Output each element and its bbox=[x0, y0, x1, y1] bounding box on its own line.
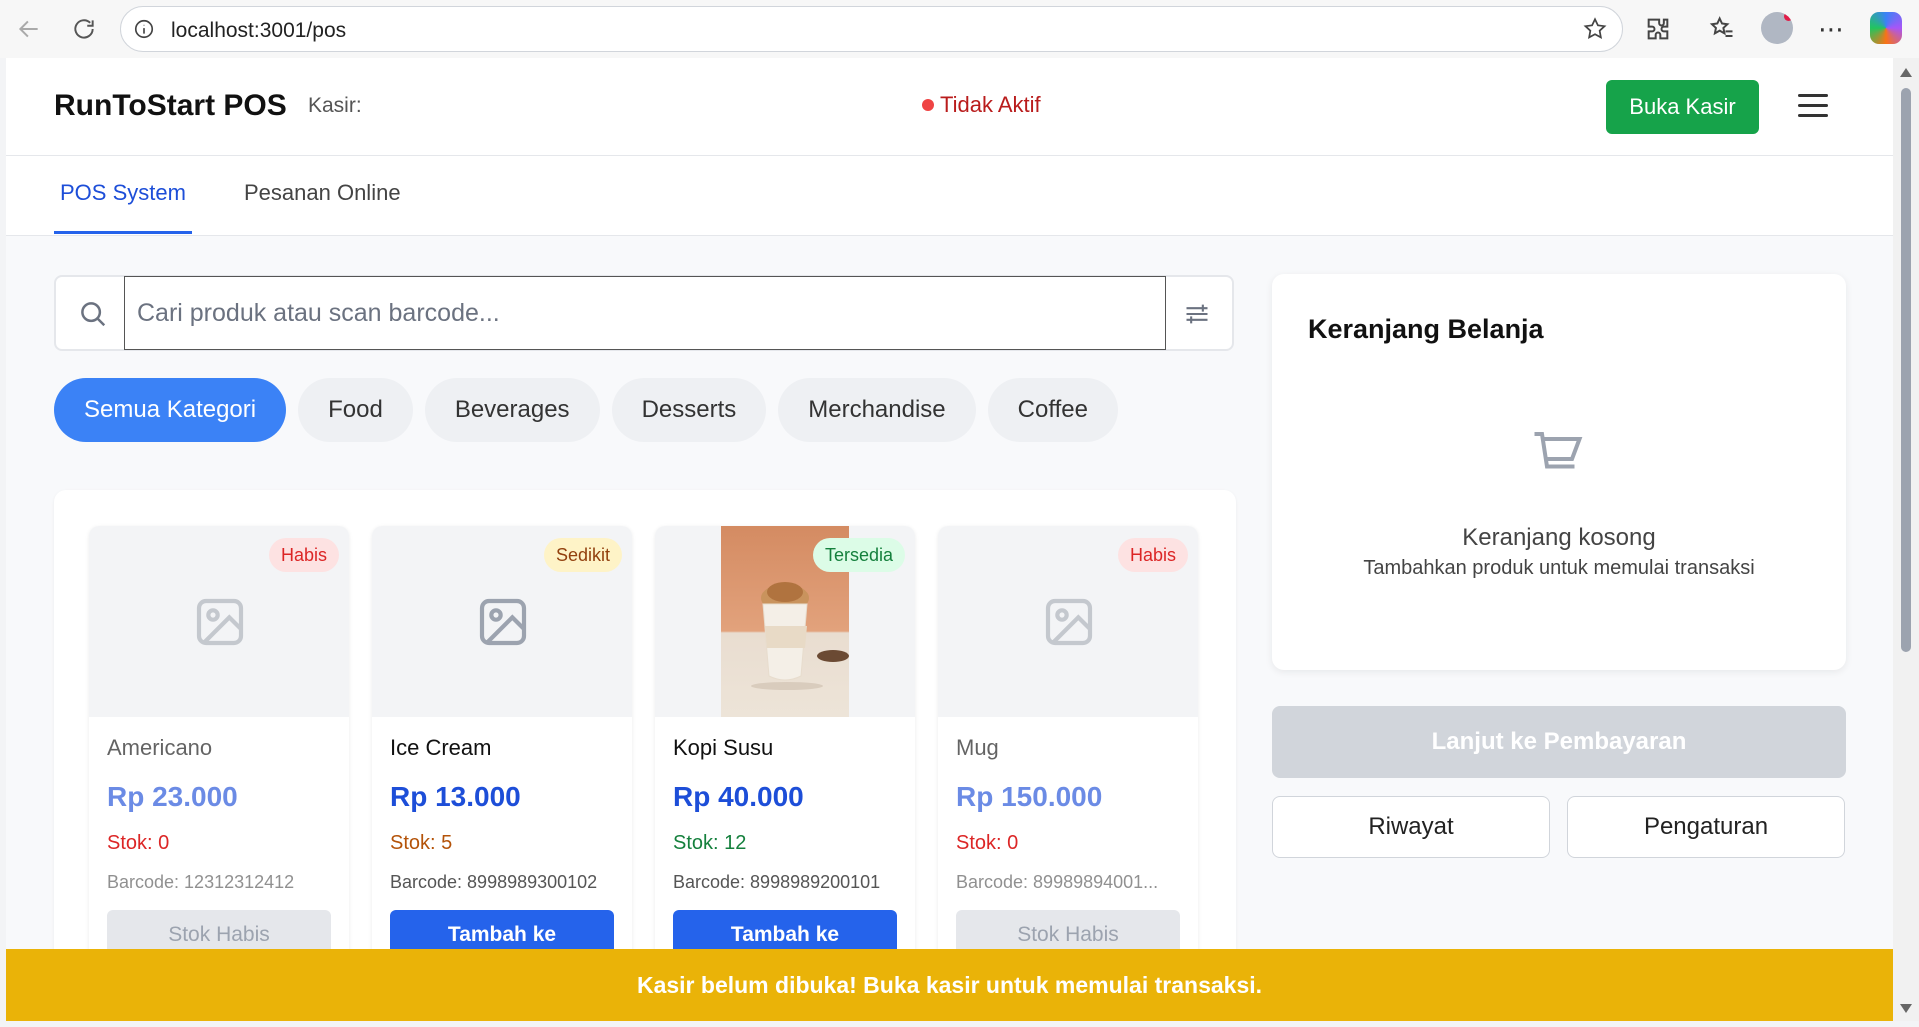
product-name: Kopi Susu bbox=[673, 735, 774, 760]
product-barcode: Barcode: 8998989300102 bbox=[390, 872, 598, 892]
product-card[interactable]: Tersedia Kopi Susu Rp 40.000 Stok: 12 Ba… bbox=[655, 526, 915, 986]
proceed-to-payment-button[interactable]: Lanjut ke Pembayaran bbox=[1272, 706, 1846, 778]
category-beverages[interactable]: Beverages bbox=[424, 378, 600, 442]
stock-badge: Habis bbox=[268, 538, 339, 572]
address-bar[interactable]: localhost:3001/pos bbox=[120, 6, 1623, 52]
product-stock: Stok: 0 bbox=[956, 832, 1019, 854]
product-barcode: Barcode: 89989894001... bbox=[956, 872, 1159, 892]
reload-icon[interactable] bbox=[68, 13, 100, 45]
extensions-icon[interactable] bbox=[1644, 15, 1672, 43]
category-all[interactable]: Semua Kategori bbox=[54, 378, 287, 442]
category-food[interactable]: Food bbox=[298, 378, 413, 442]
category-filters: Semua Kategori Food Beverages Desserts M… bbox=[54, 378, 1118, 442]
product-price: Rp 150.000 bbox=[956, 781, 1103, 812]
product-barcode: Barcode: 12312312412 bbox=[107, 872, 295, 892]
product-name: Mug bbox=[956, 735, 999, 760]
category-merchandise[interactable]: Merchandise bbox=[778, 378, 976, 442]
search-bar bbox=[54, 275, 1234, 351]
vertical-scrollbar[interactable] bbox=[1893, 58, 1919, 1021]
hamburger-menu-icon[interactable] bbox=[1798, 94, 1828, 118]
search-input[interactable] bbox=[124, 276, 1166, 350]
history-button[interactable]: Riwayat bbox=[1272, 796, 1550, 858]
category-desserts[interactable]: Desserts bbox=[611, 378, 767, 442]
search-icon bbox=[81, 302, 106, 327]
app-viewport: RunToStart POS Kasir: Tidak Aktif Buka K… bbox=[6, 58, 1893, 1021]
cashier-status: Tidak Aktif bbox=[922, 92, 1041, 118]
product-stock: Stok: 12 bbox=[673, 832, 747, 854]
filter-icon[interactable] bbox=[1182, 300, 1212, 328]
status-text: Tidak Aktif bbox=[940, 92, 1041, 117]
back-icon[interactable] bbox=[13, 13, 45, 45]
shopping-cart-panel: Keranjang Belanja Keranjang kosong Tamba… bbox=[1272, 274, 1846, 670]
product-name: Americano bbox=[107, 735, 213, 760]
tab-online-orders[interactable]: Pesanan Online bbox=[244, 180, 401, 231]
image-placeholder-icon bbox=[479, 598, 527, 646]
cart-empty-subtitle: Tambahkan produk untuk memulai transaksi bbox=[1363, 557, 1755, 579]
settings-button[interactable]: Pengaturan bbox=[1567, 796, 1845, 858]
status-dot-icon bbox=[922, 99, 934, 111]
product-grid: Habis Americano Rp 23.000 Stok: 0 Barcod… bbox=[54, 490, 1236, 1021]
image-placeholder-icon bbox=[1045, 598, 1093, 646]
info-icon[interactable] bbox=[133, 18, 155, 40]
stock-badge: Habis bbox=[1117, 538, 1188, 572]
scrollbar-thumb[interactable] bbox=[1901, 88, 1911, 652]
image-placeholder-icon bbox=[196, 598, 244, 646]
product-price: Rp 13.000 bbox=[390, 781, 521, 812]
more-menu-icon[interactable]: ⋯ bbox=[1818, 14, 1845, 45]
tab-pos-system[interactable]: POS System bbox=[54, 180, 192, 234]
product-card[interactable]: Sedikit Ice Cream Rp 13.000 Stok: 5 Barc… bbox=[372, 526, 632, 986]
cashier-closed-banner: Kasir belum dibuka! Buka kasir untuk mem… bbox=[6, 949, 1893, 1021]
product-name: Ice Cream bbox=[390, 735, 492, 760]
scroll-up-icon[interactable] bbox=[1900, 68, 1912, 77]
stock-badge: Sedikit bbox=[543, 538, 622, 572]
copilot-icon[interactable] bbox=[1870, 12, 1902, 44]
scroll-down-icon[interactable] bbox=[1900, 1004, 1912, 1013]
favorite-star-icon[interactable] bbox=[1582, 16, 1608, 42]
product-price: Rp 23.000 bbox=[107, 781, 238, 812]
product-stock: Stok: 0 bbox=[107, 832, 170, 854]
product-card[interactable]: Habis Mug Rp 150.000 Stok: 0 Barcode: 89… bbox=[938, 526, 1198, 986]
cashier-label: Kasir: bbox=[308, 94, 362, 117]
profile-avatar[interactable] bbox=[1761, 12, 1793, 44]
product-price: Rp 40.000 bbox=[673, 781, 804, 812]
open-cashier-button[interactable]: Buka Kasir bbox=[1606, 80, 1759, 134]
app-header: RunToStart POS Kasir: Tidak Aktif Buka K… bbox=[6, 58, 1893, 156]
shopping-cart-icon bbox=[1534, 432, 1583, 469]
favorites-icon[interactable] bbox=[1708, 15, 1736, 43]
product-stock: Stok: 5 bbox=[390, 832, 453, 854]
tab-bar: POS System Pesanan Online bbox=[6, 156, 1893, 236]
stock-badge: Tersedia bbox=[812, 538, 905, 572]
product-barcode: Barcode: 8998989200101 bbox=[673, 872, 881, 892]
cart-empty-title: Keranjang kosong bbox=[1462, 524, 1656, 551]
product-card[interactable]: Habis Americano Rp 23.000 Stok: 0 Barcod… bbox=[89, 526, 349, 986]
url-text: localhost:3001/pos bbox=[171, 19, 347, 42]
browser-toolbar: localhost:3001/pos ⋯ bbox=[0, 0, 1919, 58]
category-coffee[interactable]: Coffee bbox=[987, 378, 1118, 442]
brand-title: RunToStart POS bbox=[54, 89, 287, 122]
cart-title: Keranjang Belanja bbox=[1308, 314, 1544, 344]
